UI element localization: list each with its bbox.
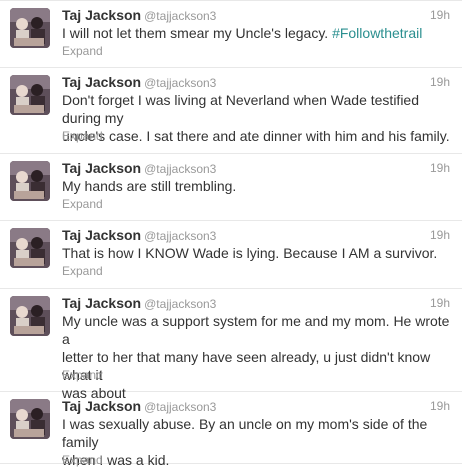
tweet[interactable]: Taj Jackson @tajjackson3 19h Don't forget… xyxy=(0,68,462,154)
avatar[interactable] xyxy=(10,296,50,336)
author-name[interactable]: Taj Jackson xyxy=(62,74,141,90)
timestamp[interactable]: 19h xyxy=(430,228,450,242)
author-handle[interactable]: @tajjackson3 xyxy=(144,297,216,311)
tweet-text-line: I was sexually abuse. By an uncle on my … xyxy=(62,416,428,450)
tweet-text: I was sexually abuse. By an uncle on my … xyxy=(62,415,450,469)
profile-photo-icon xyxy=(10,161,50,201)
avatar[interactable] xyxy=(10,399,50,439)
timestamp[interactable]: 19h xyxy=(430,399,450,413)
expand-link[interactable]: Expand xyxy=(62,197,103,211)
profile-photo-icon xyxy=(10,399,50,439)
author-handle[interactable]: @tajjackson3 xyxy=(144,9,216,23)
tweet-feed: Taj Jackson @tajjackson3 19h I will not l… xyxy=(0,0,462,468)
author-handle[interactable]: @tajjackson3 xyxy=(144,162,216,176)
hashtag-link[interactable]: #Followthetrail xyxy=(332,25,422,41)
tweet-text-line: letter to her that many have seen alread… xyxy=(62,349,431,383)
tweet[interactable]: Taj Jackson @tajjackson3 19h That is how … xyxy=(0,221,462,289)
author-name[interactable]: Taj Jackson xyxy=(62,7,141,23)
avatar[interactable] xyxy=(10,75,50,115)
avatar[interactable] xyxy=(10,161,50,201)
profile-photo-icon xyxy=(10,296,50,336)
profile-photo-icon xyxy=(10,75,50,115)
tweet[interactable]: Taj Jackson @tajjackson3 19h I was sexual… xyxy=(0,392,462,468)
avatar[interactable] xyxy=(10,8,50,48)
tweet-header: Taj Jackson @tajjackson3 19h xyxy=(62,7,450,25)
tweet-header: Taj Jackson @tajjackson3 19h xyxy=(62,74,450,92)
tweet-header: Taj Jackson @tajjackson3 19h xyxy=(62,295,450,313)
tweet[interactable]: Taj Jackson @tajjackson3 19h I will not l… xyxy=(0,1,462,68)
avatar[interactable] xyxy=(10,228,50,268)
tweet-header: Taj Jackson @tajjackson3 19h xyxy=(62,227,450,245)
timestamp[interactable]: 19h xyxy=(430,8,450,22)
expand-link[interactable]: Expand xyxy=(62,44,103,58)
tweet-text-line: My uncle was a support system for me and… xyxy=(62,313,450,347)
tweet-text: I will not let them smear my Uncle's leg… xyxy=(62,24,450,42)
timestamp[interactable]: 19h xyxy=(430,296,450,310)
author-name[interactable]: Taj Jackson xyxy=(62,227,141,243)
author-name[interactable]: Taj Jackson xyxy=(62,295,141,311)
tweet-text: Don't forget I was living at Neverland w… xyxy=(62,91,450,145)
expand-link[interactable]: Expand xyxy=(62,129,103,143)
tweet-text: My uncle was a support system for me and… xyxy=(62,312,450,402)
author-handle[interactable]: @tajjackson3 xyxy=(144,400,216,414)
profile-photo-icon xyxy=(10,228,50,268)
timestamp[interactable]: 19h xyxy=(430,161,450,175)
tweet-text: That is how I KNOW Wade is lying. Becaus… xyxy=(62,245,438,261)
tweet[interactable]: Taj Jackson @tajjackson3 19h My uncle was… xyxy=(0,289,462,401)
tweet-text-line: when I was a kid. xyxy=(62,452,170,468)
tweet-text-body: I will not let them smear my Uncle's leg… xyxy=(62,25,333,41)
tweet-header: Taj Jackson @tajjackson3 19h xyxy=(62,160,450,178)
author-name[interactable]: Taj Jackson xyxy=(62,160,141,176)
tweet-text-line: Don't forget I was living at Neverland w… xyxy=(62,92,419,126)
author-handle[interactable]: @tajjackson3 xyxy=(144,76,216,90)
profile-photo-icon xyxy=(10,8,50,48)
timestamp[interactable]: 19h xyxy=(430,75,450,89)
tweet-text-line: uncle's case. I sat there and ate dinner… xyxy=(62,128,450,144)
author-name[interactable]: Taj Jackson xyxy=(62,398,141,414)
expand-link[interactable]: Expand xyxy=(62,453,103,467)
expand-link[interactable]: Expand xyxy=(62,368,103,382)
author-handle[interactable]: @tajjackson3 xyxy=(144,229,216,243)
expand-link[interactable]: Expand xyxy=(62,264,103,278)
tweet-text: My hands are still trembling. xyxy=(62,178,237,194)
tweet-header: Taj Jackson @tajjackson3 19h xyxy=(62,398,450,416)
tweet[interactable]: Taj Jackson @tajjackson3 19h My hands are… xyxy=(0,154,462,221)
